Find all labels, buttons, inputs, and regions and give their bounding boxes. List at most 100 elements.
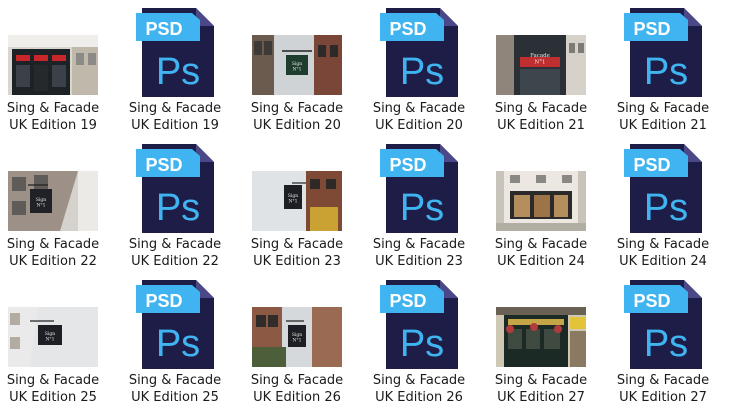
file-name: Sing & Facade UK Edition 19 [122,100,228,134]
file-name: Sing & Facade UK Edition 22 [122,236,228,270]
sign-text: N°1 [36,203,45,209]
file-name-line2: UK Edition 24 [619,254,707,269]
image-file-item[interactable]: Facade N°1 Sing & Facade UK Edition 21 [488,8,610,140]
file-name-line1: Sing & Facade [250,373,344,388]
file-name: Sing & Facade UK Edition 24 [610,236,716,270]
psd-badge-text: PSD [389,291,426,311]
sign-text: Sign [36,197,46,203]
photoshop-file-icon: PSD Ps [136,144,214,233]
psd-file-item[interactable]: PSD Ps Sing & Facade UK Edition 20 [366,8,488,140]
photoshop-file-icon: PSD Ps [136,8,214,97]
file-name-line2: UK Edition 23 [375,254,463,269]
psd-badge-text: PSD [389,155,426,175]
photoshop-file-icon: PSD Ps [380,144,458,233]
file-name-line1: Sing & Facade [372,373,466,388]
ps-mark-text: Ps [644,187,688,229]
file-name-line1: Sing & Facade [616,101,710,116]
photoshop-file-icon: PSD Ps [380,8,458,97]
file-name: Sing & Facade UK Edition 20 [366,100,472,134]
psd-file-item[interactable]: PSD Ps Sing & Facade UK Edition 19 [122,8,244,140]
file-name: Sing & Facade UK Edition 25 [0,372,106,406]
image-file-item[interactable]: Sing & Facade UK Edition 19 [0,8,122,140]
image-file-item[interactable]: Sing & Facade UK Edition 27 [488,280,610,412]
psd-badge-text: PSD [633,155,670,175]
psd-file-item[interactable]: PSD Ps Sing & Facade UK Edition 25 [122,280,244,412]
file-name-line2: UK Edition 21 [497,118,585,133]
ps-mark-text: Ps [156,187,200,229]
image-file-item[interactable]: Sign N°1 Sing & Facade UK Edition 26 [244,280,366,412]
sign-text: Sign [292,332,302,338]
file-name-line2: UK Edition 25 [131,390,219,405]
file-name: Sing & Facade UK Edition 23 [366,236,472,270]
psd-file-item[interactable]: PSD Ps Sing & Facade UK Edition 27 [610,280,732,412]
photoshop-file-icon: PSD Ps [624,144,702,233]
file-name: Sing & Facade UK Edition 26 [244,372,350,406]
file-name-line1: Sing & Facade [6,237,100,252]
image-file-item[interactable]: Sign N°1 Sing & Facade UK Edition 22 [0,144,122,276]
ps-mark-text: Ps [644,51,688,93]
image-thumbnail [496,171,586,231]
ps-mark-text: Ps [400,323,444,365]
ps-mark-text: Ps [400,187,444,229]
sign-text: N°1 [292,338,301,344]
file-name: Sing & Facade UK Edition 19 [0,100,106,134]
file-name: Sing & Facade UK Edition 21 [488,100,594,134]
file-name-line1: Sing & Facade [6,101,100,116]
file-name-line2: UK Edition 27 [619,390,707,405]
image-thumbnail: SignN°1 [252,307,342,367]
psd-badge-text: PSD [633,291,670,311]
sign-text: N°1 [292,67,301,73]
file-name-line2: UK Edition 21 [619,118,707,133]
photoshop-file-icon: PSD Ps [624,280,702,369]
image-thumbnail: FacadeN°1 [496,35,586,95]
file-name-line1: Sing & Facade [616,237,710,252]
ps-mark-text: Ps [156,51,200,93]
psd-file-item[interactable]: PSD Ps Sing & Facade UK Edition 26 [366,280,488,412]
psd-file-item[interactable]: PSD Ps Sing & Facade UK Edition 21 [610,8,732,140]
file-name-line2: UK Edition 20 [375,118,463,133]
photoshop-file-icon: PSD Ps [380,280,458,369]
image-thumbnail: SignN°1 [252,171,342,231]
file-name: Sing & Facade UK Edition 25 [122,372,228,406]
image-file-item[interactable]: Sign N°1 Sing & Facade UK Edition 20 [244,8,366,140]
file-name-line1: Sing & Facade [128,101,222,116]
file-name-line1: Sing & Facade [372,101,466,116]
image-file-item[interactable]: Sign N°1 Sing & Facade UK Edition 25 [0,280,122,412]
file-name-line2: UK Edition 19 [9,118,97,133]
sign-text: N°1 [288,199,297,205]
sign-text: N°1 [45,337,54,343]
file-name-line1: Sing & Facade [250,237,344,252]
psd-file-item[interactable]: PSD Ps Sing & Facade UK Edition 23 [366,144,488,276]
file-name-line2: UK Edition 24 [497,254,585,269]
image-thumbnail: SignN°1 [8,307,98,367]
image-file-item[interactable]: Sign N°1 Sing & Facade UK Edition 23 [244,144,366,276]
photoshop-file-icon: PSD Ps [136,280,214,369]
file-name: Sing & Facade UK Edition 26 [366,372,472,406]
image-thumbnail: SignN°1 [8,171,98,231]
sign-text: Sign [288,193,298,199]
file-name: Sing & Facade UK Edition 27 [610,372,716,406]
ps-mark-text: Ps [156,323,200,365]
file-name: Sing & Facade UK Edition 27 [488,372,594,406]
file-name-line1: Sing & Facade [494,101,588,116]
psd-badge-text: PSD [633,19,670,39]
file-name-line1: Sing & Facade [616,373,710,388]
file-name-line2: UK Edition 19 [131,118,219,133]
file-name-line2: UK Edition 25 [9,390,97,405]
psd-badge-text: PSD [145,155,182,175]
image-thumbnail [496,307,586,367]
image-file-item[interactable]: Sing & Facade UK Edition 24 [488,144,610,276]
file-grid: Sing & Facade UK Edition 19 PSD Ps Sing & … [0,0,736,412]
image-thumbnail [8,35,98,95]
file-name-line2: UK Edition 22 [9,254,97,269]
file-name-line2: UK Edition 27 [497,390,585,405]
file-name-line2: UK Edition 26 [375,390,463,405]
file-name-line1: Sing & Facade [372,237,466,252]
sign-text: Sign [292,61,302,67]
psd-file-item[interactable]: PSD Ps Sing & Facade UK Edition 22 [122,144,244,276]
psd-file-item[interactable]: PSD Ps Sing & Facade UK Edition 24 [610,144,732,276]
psd-badge-text: PSD [145,19,182,39]
file-name-line2: UK Edition 26 [253,390,341,405]
ps-mark-text: Ps [644,323,688,365]
file-name: Sing & Facade UK Edition 21 [610,100,716,134]
